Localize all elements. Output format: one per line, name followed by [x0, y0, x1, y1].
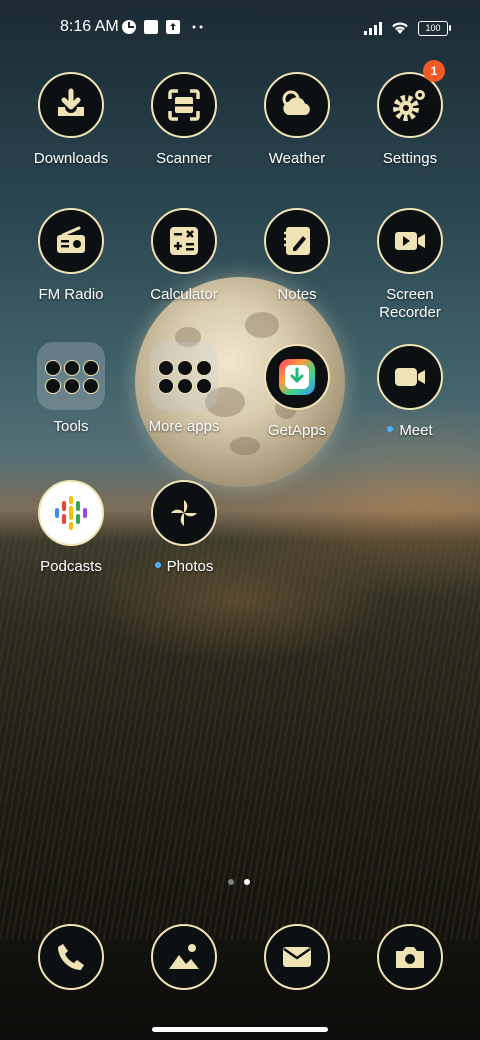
- wallpaper-field: [0, 520, 480, 940]
- gear-icon: 1: [377, 60, 445, 138]
- dock-camera[interactable]: [377, 924, 443, 990]
- notes-icon: [264, 208, 330, 274]
- app-label: Meet: [354, 422, 466, 440]
- app-label: Photos: [128, 558, 240, 576]
- app-podcasts[interactable]: Podcasts: [15, 480, 127, 576]
- folder-more-apps[interactable]: More apps: [128, 342, 240, 436]
- app-label: Podcasts: [40, 558, 102, 575]
- weather-icon: [264, 72, 330, 138]
- new-app-dot: [154, 562, 161, 569]
- gallery-icon: [151, 924, 217, 990]
- new-app-dot: [387, 426, 394, 433]
- pinwheel-icon: [151, 480, 217, 546]
- dock-email[interactable]: [264, 924, 330, 990]
- app-weather[interactable]: Weather: [241, 72, 353, 168]
- battery-icon: 100: [418, 21, 451, 36]
- gesture-nav-bar[interactable]: [152, 1027, 328, 1032]
- app-label: Weather: [268, 150, 326, 167]
- folder-icon: [150, 342, 218, 410]
- app-settings[interactable]: 1 Settings: [354, 60, 466, 168]
- podcasts-icon: [38, 480, 104, 546]
- page-dot-active[interactable]: [244, 879, 250, 885]
- dock-phone[interactable]: [38, 924, 104, 990]
- status-app-icon: [121, 19, 137, 35]
- app-label: Notes: [277, 286, 317, 303]
- app-scanner[interactable]: Scanner: [128, 72, 240, 168]
- status-time: 8:16 AM: [60, 18, 119, 35]
- app-label: Screen Recorder: [379, 286, 441, 321]
- page-dot[interactable]: [228, 879, 234, 885]
- app-label: Calculator: [150, 286, 218, 303]
- envelope-icon: [264, 924, 330, 990]
- scanner-icon: [151, 72, 217, 138]
- video-camera-icon: [377, 208, 443, 274]
- video-camera-icon: [377, 344, 443, 410]
- radio-icon: [38, 208, 104, 274]
- app-label: Settings: [382, 150, 438, 167]
- status-bar: 8:16 AM 100: [0, 0, 480, 56]
- status-upload-icon: [165, 19, 181, 35]
- app-fm-radio[interactable]: FM Radio: [15, 208, 127, 304]
- signal-icon: [364, 21, 382, 35]
- app-photos[interactable]: Photos: [128, 480, 240, 576]
- app-downloads[interactable]: Downloads: [15, 72, 127, 168]
- camera-icon: [377, 924, 443, 990]
- app-screen-recorder[interactable]: Screen Recorder: [354, 208, 466, 322]
- dock-gallery[interactable]: [151, 924, 217, 990]
- status-square-icon: [143, 19, 159, 35]
- app-notes[interactable]: Notes: [241, 208, 353, 304]
- folder-tools[interactable]: Tools: [15, 342, 127, 436]
- getapps-icon: [264, 344, 330, 410]
- app-label: Tools: [53, 418, 89, 435]
- phone-icon: [38, 924, 104, 990]
- app-getapps[interactable]: GetApps: [241, 344, 353, 440]
- status-more-icon: [190, 19, 206, 35]
- app-calculator[interactable]: Calculator: [128, 208, 240, 304]
- app-label: Scanner: [156, 150, 212, 167]
- download-icon: [38, 72, 104, 138]
- page-indicator[interactable]: [228, 879, 250, 885]
- notification-badge: 1: [423, 60, 445, 82]
- app-label: Downloads: [33, 150, 109, 167]
- wifi-icon: [390, 18, 410, 36]
- app-meet[interactable]: Meet: [354, 344, 466, 440]
- app-label: FM Radio: [38, 286, 104, 303]
- app-label: GetApps: [267, 422, 327, 439]
- app-label: More apps: [148, 418, 220, 435]
- calculator-icon: [151, 208, 217, 274]
- folder-icon: [37, 342, 105, 410]
